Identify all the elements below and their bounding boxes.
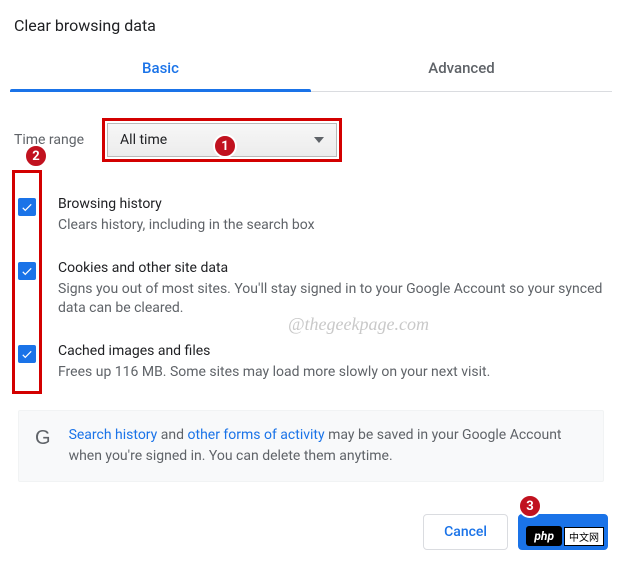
option-title: Cookies and other site data [58,260,604,276]
check-icon [20,200,34,214]
check-icon [20,264,34,278]
checkbox-cache[interactable] [18,345,36,363]
info-box: G Search history and other forms of acti… [18,410,604,482]
time-range-value: All time [120,132,167,148]
tabs: Basic Advanced [10,47,612,92]
tab-advanced[interactable]: Advanced [311,47,612,91]
info-sep: and [157,427,187,443]
option-title: Cached images and files [58,343,604,359]
cancel-button[interactable]: Cancel [423,514,508,550]
google-logo-icon: G [35,425,51,448]
php-tail: 中文网 [564,527,604,546]
info-text: Search history and other forms of activi… [69,425,587,467]
option-title: Browsing history [58,196,604,212]
link-other-activity[interactable]: other forms of activity [188,427,325,443]
chevron-down-icon [314,137,324,143]
option-desc: Signs you out of most sites. You'll stay… [58,280,604,319]
check-icon [20,347,34,361]
annotation-badge-3: 3 [518,494,542,518]
checkbox-browsing-history[interactable] [18,198,36,216]
annotation-badge-2: 2 [24,144,48,168]
annotation-badge-1: 1 [213,134,237,158]
link-search-history[interactable]: Search history [69,427,158,443]
time-range-label: Time range [14,132,84,148]
option-desc: Frees up 116 MB. Some sites may load mor… [58,363,604,383]
php-badge: php [526,526,562,546]
dialog-title: Clear browsing data [10,10,612,47]
checkbox-cookies[interactable] [18,262,36,280]
option-desc: Clears history, including in the search … [58,216,604,236]
source-watermark: php 中文网 [526,526,604,546]
tab-basic[interactable]: Basic [10,47,311,91]
